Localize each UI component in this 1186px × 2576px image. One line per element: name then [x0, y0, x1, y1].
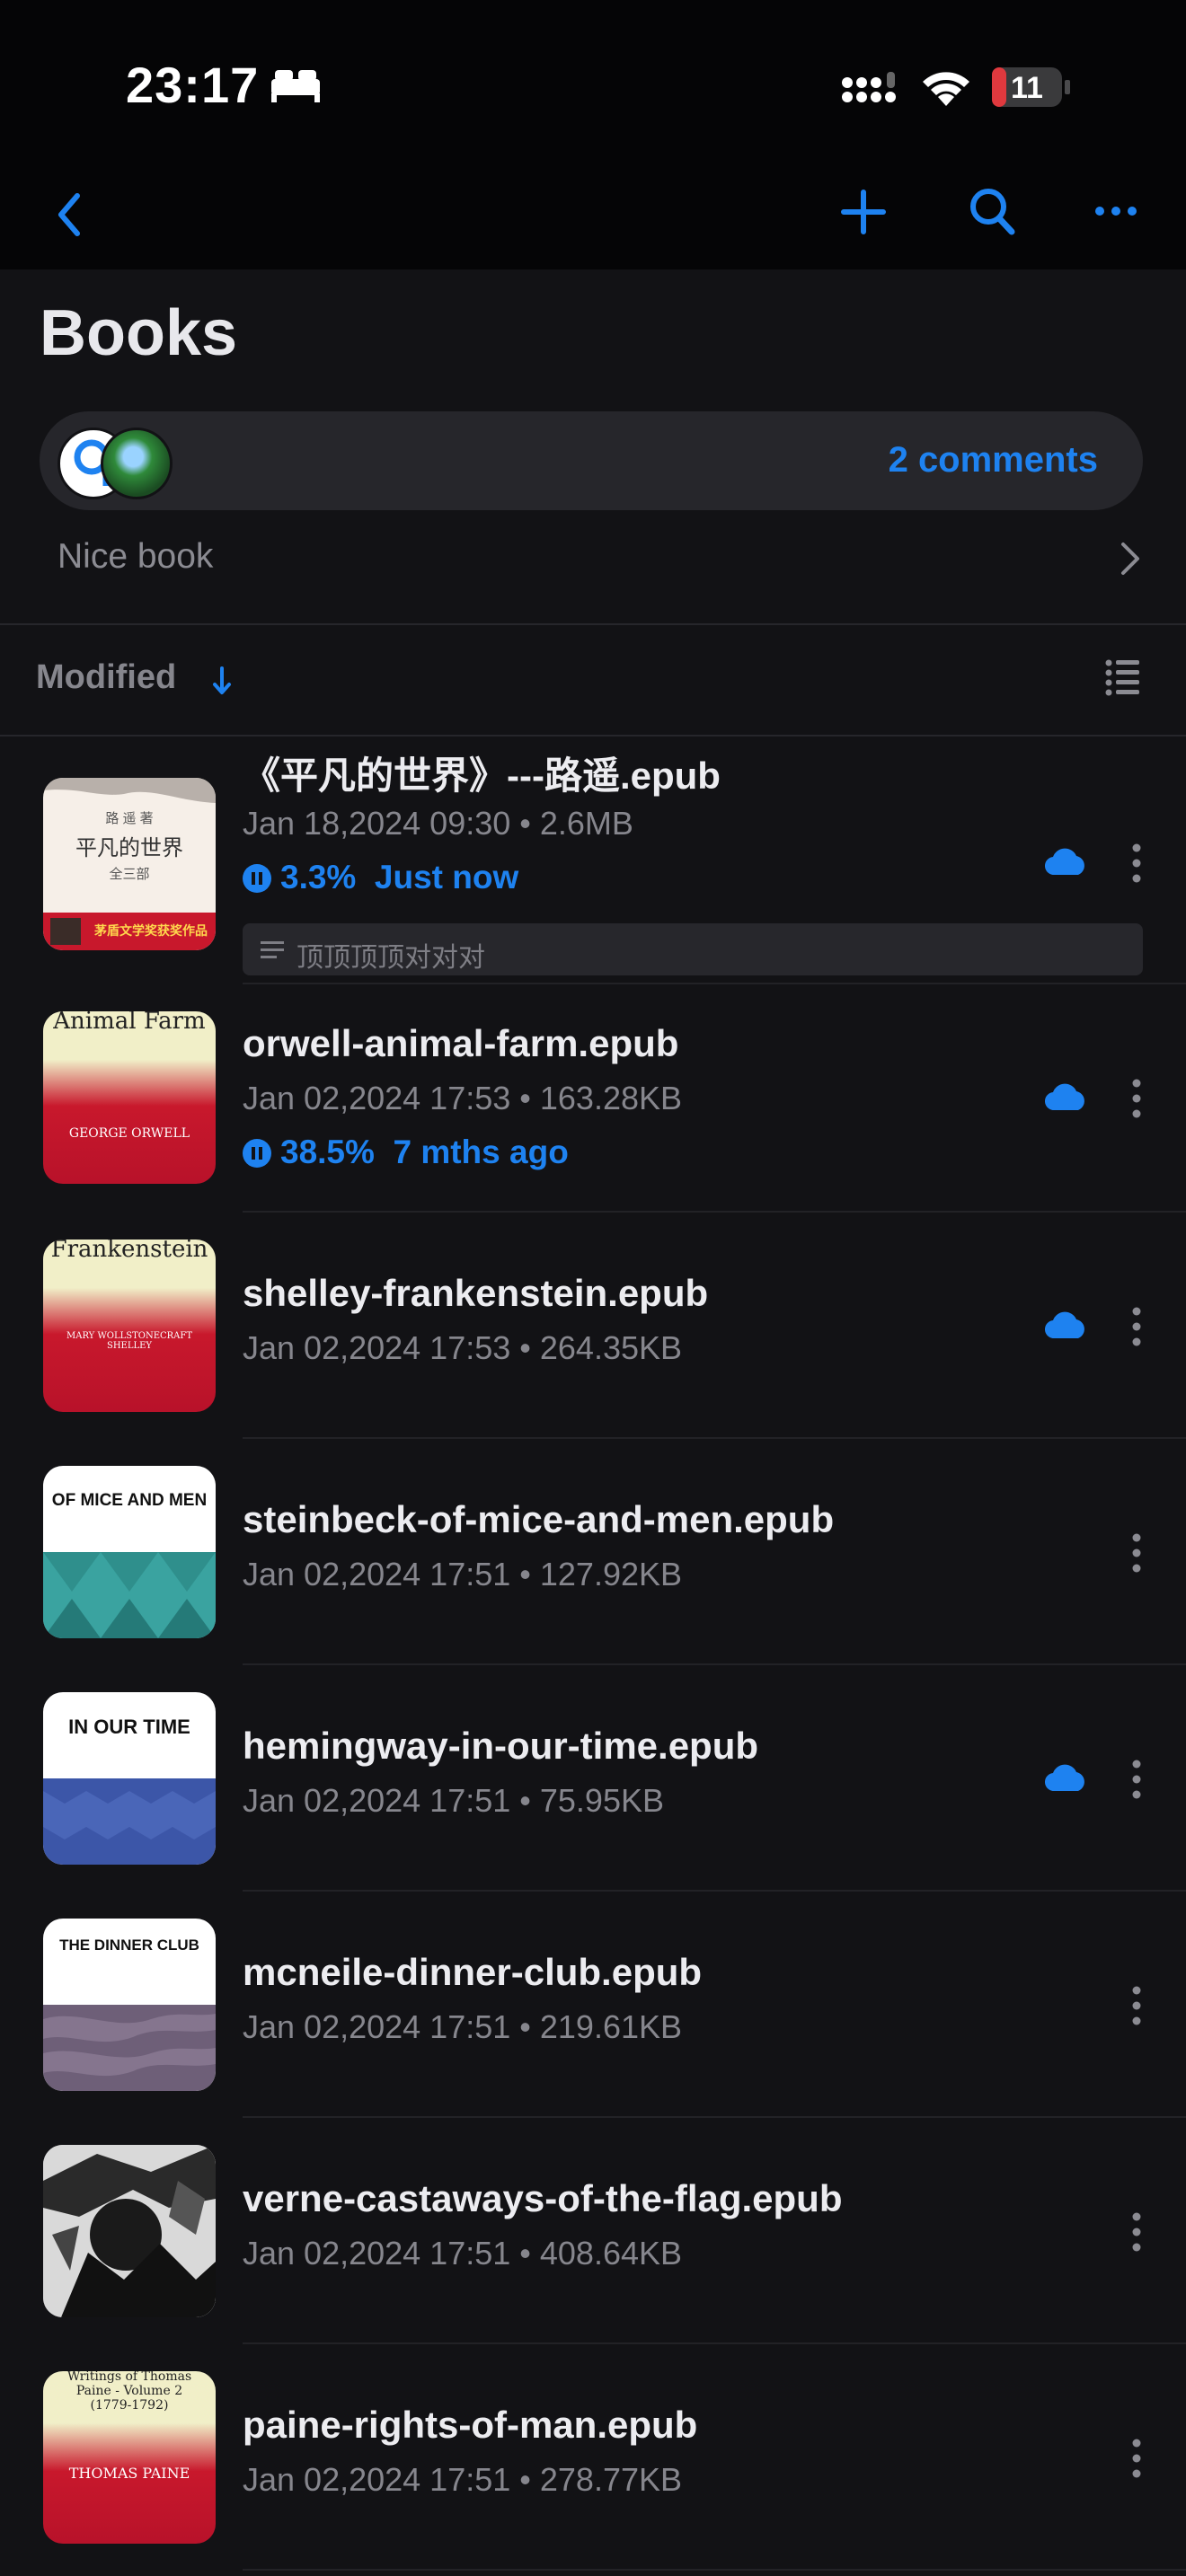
book-meta: Jan 02,2024 17:51 • 278.77KB — [243, 2461, 683, 2498]
book-row[interactable]: Writings of Thomas Paine - Volume 2 (177… — [0, 2344, 1186, 2569]
book-meta: Jan 18,2024 09:30 • 2.6MB — [243, 805, 633, 842]
comments-bar[interactable]: 2 comments — [40, 411, 1143, 510]
progress-percent: 38.5% — [280, 1134, 375, 1170]
book-cover: Writings of Thomas Paine - Volume 2 (177… — [43, 2371, 216, 2544]
bed-icon — [271, 70, 320, 102]
cover-title: Frankenstein — [50, 1239, 208, 1263]
cover-title: Animal Farm — [53, 1011, 206, 1035]
book-row[interactable]: 路 遥 著 平凡的世界 全三部 茅盾文学奖获奖作品 《平凡的世界》---路遥.e… — [0, 737, 1186, 983]
cover-author: 路 遥 著 — [105, 811, 154, 826]
cover-volume: 全三部 — [109, 867, 150, 882]
progress-percent: 3.3% — [280, 859, 357, 895]
book-cover: Animal Farm GEORGE ORWELL — [43, 1011, 216, 1184]
more-options-icon[interactable] — [1130, 1306, 1143, 1347]
reading-progress: 3.3% Just now — [243, 859, 518, 896]
cover-author: THOMAS PAINE — [68, 2465, 190, 2482]
pause-icon — [243, 1139, 271, 1168]
chevron-right-icon — [1121, 543, 1139, 575]
divider — [243, 2569, 1186, 2571]
avatar — [101, 428, 173, 499]
cover-title: 平凡的世界 — [75, 835, 183, 860]
cover-title: OF MICE AND MEN — [51, 1491, 208, 1510]
book-meta: Jan 02,2024 17:51 • 75.95KB — [243, 1782, 664, 1819]
book-cover: THE DINNER CLUB — [43, 1919, 216, 2091]
book-cover: Frankenstein MARY WOLLSTONECRAFT SHELLEY — [43, 1239, 216, 1412]
comments-count-link[interactable]: 2 comments — [889, 440, 1098, 481]
list-view-icon[interactable] — [1105, 657, 1141, 697]
more-options-icon[interactable] — [1130, 1078, 1143, 1119]
book-meta: Jan 02,2024 17:51 • 127.92KB — [243, 1556, 683, 1592]
cover-title: Writings of Thomas Paine - Volume 2 (177… — [66, 2371, 192, 2413]
reading-progress: 38.5% 7 mths ago — [243, 1134, 569, 1171]
cloud-icon — [1044, 1083, 1084, 1111]
book-meta: Jan 02,2024 17:53 • 163.28KB — [243, 1080, 683, 1116]
book-title: shelley-frankenstein.epub — [243, 1272, 709, 1314]
book-cover: OF MICE AND MEN — [43, 1466, 216, 1638]
book-title: paine-rights-of-man.epub — [243, 2404, 698, 2446]
note-text: Nice book — [58, 537, 214, 576]
more-options-icon[interactable] — [1130, 2438, 1143, 2479]
book-row[interactable]: verne-castaways-of-the-flag.epub Jan 02,… — [0, 2118, 1186, 2342]
status-bar: 23:17 11 — [0, 0, 1186, 171]
cover-illustration — [43, 2145, 216, 2317]
cover-band: 茅盾文学奖获奖作品 — [94, 923, 208, 938]
book-title: 《平凡的世界》---路遥.epub — [243, 754, 721, 797]
cloud-icon — [1044, 848, 1084, 876]
battery-indicator: 11 — [991, 66, 1072, 108]
status-time: 23:17 — [126, 57, 260, 113]
pause-icon — [243, 864, 271, 893]
page-title: Books — [40, 297, 238, 369]
book-row[interactable]: Frankenstein MARY WOLLSTONECRAFT SHELLEY… — [0, 1213, 1186, 1437]
add-icon[interactable] — [840, 189, 887, 235]
back-chevron-icon[interactable] — [56, 192, 83, 237]
book-cover: IN OUR TIME — [43, 1692, 216, 1865]
divider — [0, 623, 1186, 625]
book-title: verne-castaways-of-the-flag.epub — [243, 2177, 843, 2219]
book-meta: Jan 02,2024 17:51 • 408.64KB — [243, 2235, 683, 2272]
book-meta: Jan 02,2024 17:53 • 264.35KB — [243, 1329, 683, 1366]
cover-title: IN OUR TIME — [68, 1716, 190, 1738]
sort-label: Modified — [36, 658, 177, 696]
cloud-icon — [1044, 1311, 1084, 1339]
more-options-icon[interactable] — [1094, 205, 1137, 217]
wifi-icon — [923, 72, 969, 106]
cover-author: MARY WOLLSTONECRAFT SHELLEY — [66, 1331, 192, 1351]
last-read: Just now — [374, 859, 519, 895]
more-options-icon[interactable] — [1130, 1985, 1143, 2026]
book-meta: Jan 02,2024 17:51 • 219.61KB — [243, 2008, 683, 2045]
book-title: hemingway-in-our-time.epub — [243, 1725, 759, 1767]
book-row[interactable]: OF MICE AND MEN steinbeck-of-mice-and-me… — [0, 1439, 1186, 1663]
battery-level: 11 — [1011, 71, 1043, 105]
search-icon[interactable] — [969, 187, 1015, 235]
more-options-icon[interactable] — [1130, 1759, 1143, 1800]
book-row[interactable]: IN OUR TIME hemingway-in-our-time.epub J… — [0, 1665, 1186, 1890]
note-lines-icon — [261, 941, 284, 958]
cellular-signal-icon — [842, 72, 896, 102]
navigation-bar — [0, 171, 1186, 269]
book-note[interactable]: 顶顶顶顶对对对 — [243, 923, 1143, 975]
book-title: mcneile-dinner-club.epub — [243, 1951, 703, 1993]
book-cover: 路 遥 著 平凡的世界 全三部 茅盾文学奖获奖作品 — [43, 778, 216, 950]
cover-author: GEORGE ORWELL — [68, 1126, 190, 1141]
more-options-icon[interactable] — [1130, 842, 1143, 884]
book-row[interactable]: THE DINNER CLUB mcneile-dinner-club.epub… — [0, 1892, 1186, 2116]
book-cover — [43, 2145, 216, 2317]
sort-descending-arrow-icon — [213, 666, 231, 694]
book-title: steinbeck-of-mice-and-men.epub — [243, 1498, 835, 1540]
book-title: orwell-animal-farm.epub — [243, 1022, 679, 1064]
cover-title: THE DINNER CLUB — [59, 1936, 199, 1954]
more-options-icon[interactable] — [1130, 1532, 1143, 1574]
last-read: 7 mths ago — [393, 1134, 569, 1170]
book-note-text: 顶顶顶顶对对对 — [296, 943, 485, 973]
more-options-icon[interactable] — [1130, 2211, 1143, 2253]
cloud-icon — [1044, 1764, 1084, 1792]
book-row[interactable]: Animal Farm GEORGE ORWELL orwell-animal-… — [0, 984, 1186, 1211]
